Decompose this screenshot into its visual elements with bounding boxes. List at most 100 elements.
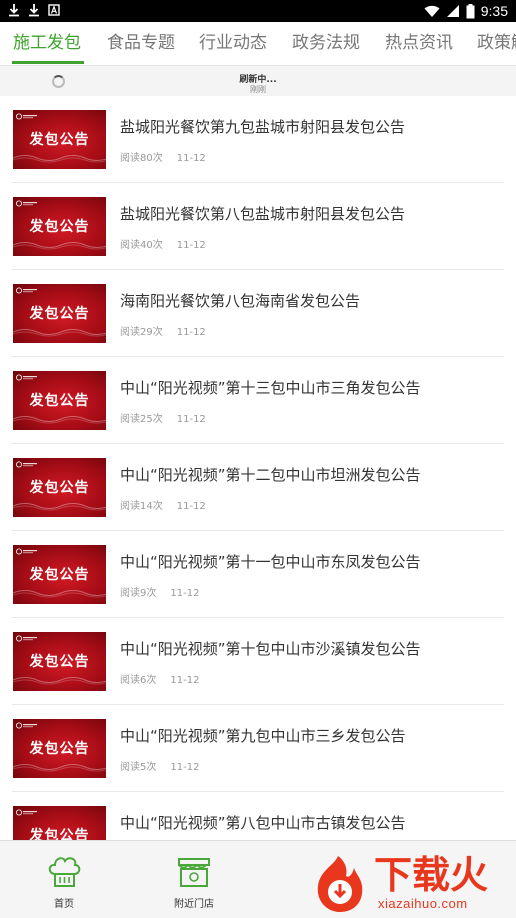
item-title[interactable]: 海南阳光餐饮第八包海南省发包公告: [120, 290, 360, 311]
wave-decoration-icon: [13, 590, 106, 598]
read-count: 阅读5次: [120, 762, 157, 773]
item-meta: 阅读6次 11-12: [120, 671, 199, 686]
publish-date: 11-12: [170, 675, 200, 686]
wave-decoration-icon: [13, 329, 106, 337]
brand-logo-icon: [16, 809, 37, 816]
publish-date: 11-12: [170, 762, 200, 773]
list-item[interactable]: 发包公告 中山“阳光视频”第九包中山市三乡发包公告阅读5次 11-12: [0, 705, 516, 792]
item-meta: 阅读5次 11-12: [120, 758, 199, 773]
list-item[interactable]: 发包公告 盐城阳光餐饮第九包盐城市射阳县发包公告阅读80次 11-12: [0, 96, 516, 183]
thumbnail-caption: 发包公告: [29, 828, 90, 840]
announcement-thumbnail: 发包公告: [13, 806, 106, 840]
tab-government-regulations[interactable]: 政务法规: [292, 31, 360, 55]
wave-decoration-icon: [13, 242, 106, 250]
list-item[interactable]: 发包公告 盐城阳光餐饮第八包盐城市射阳县发包公告阅读40次 11-12: [0, 183, 516, 270]
item-title[interactable]: 盐城阳光餐饮第九包盐城市射阳县发包公告: [120, 116, 405, 137]
nav-home-label: 首页: [54, 899, 74, 910]
item-meta: 阅读25次 11-12: [120, 410, 206, 425]
signal-icon: [446, 5, 459, 17]
brand-logo-icon: [16, 200, 37, 207]
publish-date: 11-12: [176, 414, 206, 425]
read-count: 阅读80次: [120, 153, 163, 164]
list-item[interactable]: 发包公告 中山“阳光视频”第十包中山市沙溪镇发包公告阅读6次 11-12: [0, 618, 516, 705]
brand-logo-icon: [16, 287, 37, 294]
active-tab-indicator: [12, 61, 84, 64]
watermark-text: 下载火: [374, 853, 489, 897]
item-title[interactable]: 中山“阳光视频”第十二包中山市坦洲发包公告: [120, 464, 421, 485]
tab-policy[interactable]: 政策解: [477, 31, 516, 55]
list-item[interactable]: 发包公告 中山“阳光视频”第十二包中山市坦洲发包公告阅读14次 11-12: [0, 444, 516, 531]
watermark-url: xiazaihuo.com: [378, 896, 468, 911]
publish-date: 11-12: [176, 327, 206, 338]
brand-logo-icon: [16, 548, 37, 555]
read-count: 阅读6次: [120, 675, 157, 686]
publish-date: 11-12: [176, 240, 206, 251]
tab-food-topic[interactable]: 食品专题: [107, 31, 175, 55]
item-title[interactable]: 中山“阳光视频”第十包中山市沙溪镇发包公告: [120, 638, 421, 659]
list-item[interactable]: 发包公告 中山“阳光视频”第十三包中山市三角发包公告阅读25次 11-12: [0, 357, 516, 444]
chef-hat-icon: [48, 857, 81, 887]
item-meta: 阅读14次 11-12: [120, 497, 206, 512]
download-icon: [9, 4, 19, 17]
refresh-time: 刚刚: [250, 85, 266, 94]
nav-home[interactable]: 首页: [14, 841, 114, 918]
item-title[interactable]: 盐城阳光餐饮第八包盐城市射阳县发包公告: [120, 203, 405, 224]
announcement-thumbnail: 发包公告: [13, 719, 106, 778]
pull-refresh-header: 刷新中... 刚刚: [0, 66, 516, 96]
tab-industry-news[interactable]: 行业动态: [199, 31, 267, 55]
read-count: 阅读40次: [120, 240, 163, 251]
announcement-thumbnail: 发包公告: [13, 545, 106, 604]
thumbnail-caption: 发包公告: [29, 219, 90, 235]
publish-date: 11-12: [176, 153, 206, 164]
item-meta: 阅读40次 11-12: [120, 236, 206, 251]
wave-decoration-icon: [13, 764, 106, 772]
wave-decoration-icon: [13, 677, 106, 685]
read-count: 阅读9次: [120, 588, 157, 599]
item-meta: 阅读9次 11-12: [120, 584, 199, 599]
list-item[interactable]: 发包公告 中山“阳光视频”第十一包中山市东凤发包公告阅读9次 11-12: [0, 531, 516, 618]
announcement-thumbnail: 发包公告: [13, 110, 106, 169]
nav-nearby-stores[interactable]: 附近门店: [144, 841, 244, 918]
item-meta: 阅读80次 11-12: [120, 149, 206, 164]
thumbnail-caption: 发包公告: [29, 654, 90, 670]
thumbnail-caption: 发包公告: [29, 480, 90, 496]
brand-logo-icon: [16, 113, 37, 120]
list-item[interactable]: 发包公告 中山“阳光视频”第八包中山市古镇发包公告: [0, 792, 516, 840]
read-count: 阅读29次: [120, 327, 163, 338]
thumbnail-caption: 发包公告: [29, 741, 90, 757]
watermark-logo: 下载火 xiazaihuo.com: [306, 852, 512, 916]
tab-construction-contract[interactable]: 施工发包: [13, 31, 81, 55]
thumbnail-caption: 发包公告: [29, 567, 90, 583]
read-count: 阅读14次: [120, 501, 163, 512]
brand-logo-icon: [16, 461, 37, 468]
item-title[interactable]: 中山“阳光视频”第八包中山市古镇发包公告: [120, 812, 406, 833]
announcement-thumbnail: 发包公告: [13, 371, 106, 430]
publish-date: 11-12: [176, 501, 206, 512]
wifi-icon: [424, 5, 440, 17]
status-bar: 9:35: [0, 0, 516, 22]
item-title[interactable]: 中山“阳光视频”第十三包中山市三角发包公告: [120, 377, 421, 398]
download-icon: [29, 4, 39, 17]
item-title[interactable]: 中山“阳光视频”第九包中山市三乡发包公告: [120, 725, 406, 746]
clock: 9:35: [480, 3, 508, 19]
news-list[interactable]: 发包公告 盐城阳光餐饮第九包盐城市射阳县发包公告 阅读80次 11-12 发包公告 盐城阳…: [0, 96, 516, 840]
wave-decoration-icon: [13, 155, 106, 163]
item-title[interactable]: 中山“阳光视频”第十一包中山市东凤发包公告: [120, 551, 421, 572]
wave-decoration-icon: [13, 416, 106, 424]
list-item[interactable]: 发包公告 海南阳光餐饮第八包海南省发包公告阅读29次 11-12: [0, 270, 516, 357]
store-icon: [178, 858, 210, 887]
read-count: 阅读25次: [120, 414, 163, 425]
tab-hot-news[interactable]: 热点资讯: [385, 31, 453, 55]
wave-decoration-icon: [13, 503, 106, 511]
item-meta: 阅读29次 11-12: [120, 323, 206, 338]
brand-logo-icon: [16, 722, 37, 729]
announcement-thumbnail: 发包公告: [13, 284, 106, 343]
thumbnail-caption: 发包公告: [29, 393, 90, 409]
brand-logo-icon: [16, 374, 37, 381]
brand-logo-icon: [16, 635, 37, 642]
publish-date: 11-12: [170, 588, 200, 599]
app-a-icon: [48, 4, 60, 16]
thumbnail-caption: 发包公告: [29, 132, 90, 148]
battery-icon: [466, 3, 475, 18]
announcement-thumbnail: 发包公告: [13, 197, 106, 256]
